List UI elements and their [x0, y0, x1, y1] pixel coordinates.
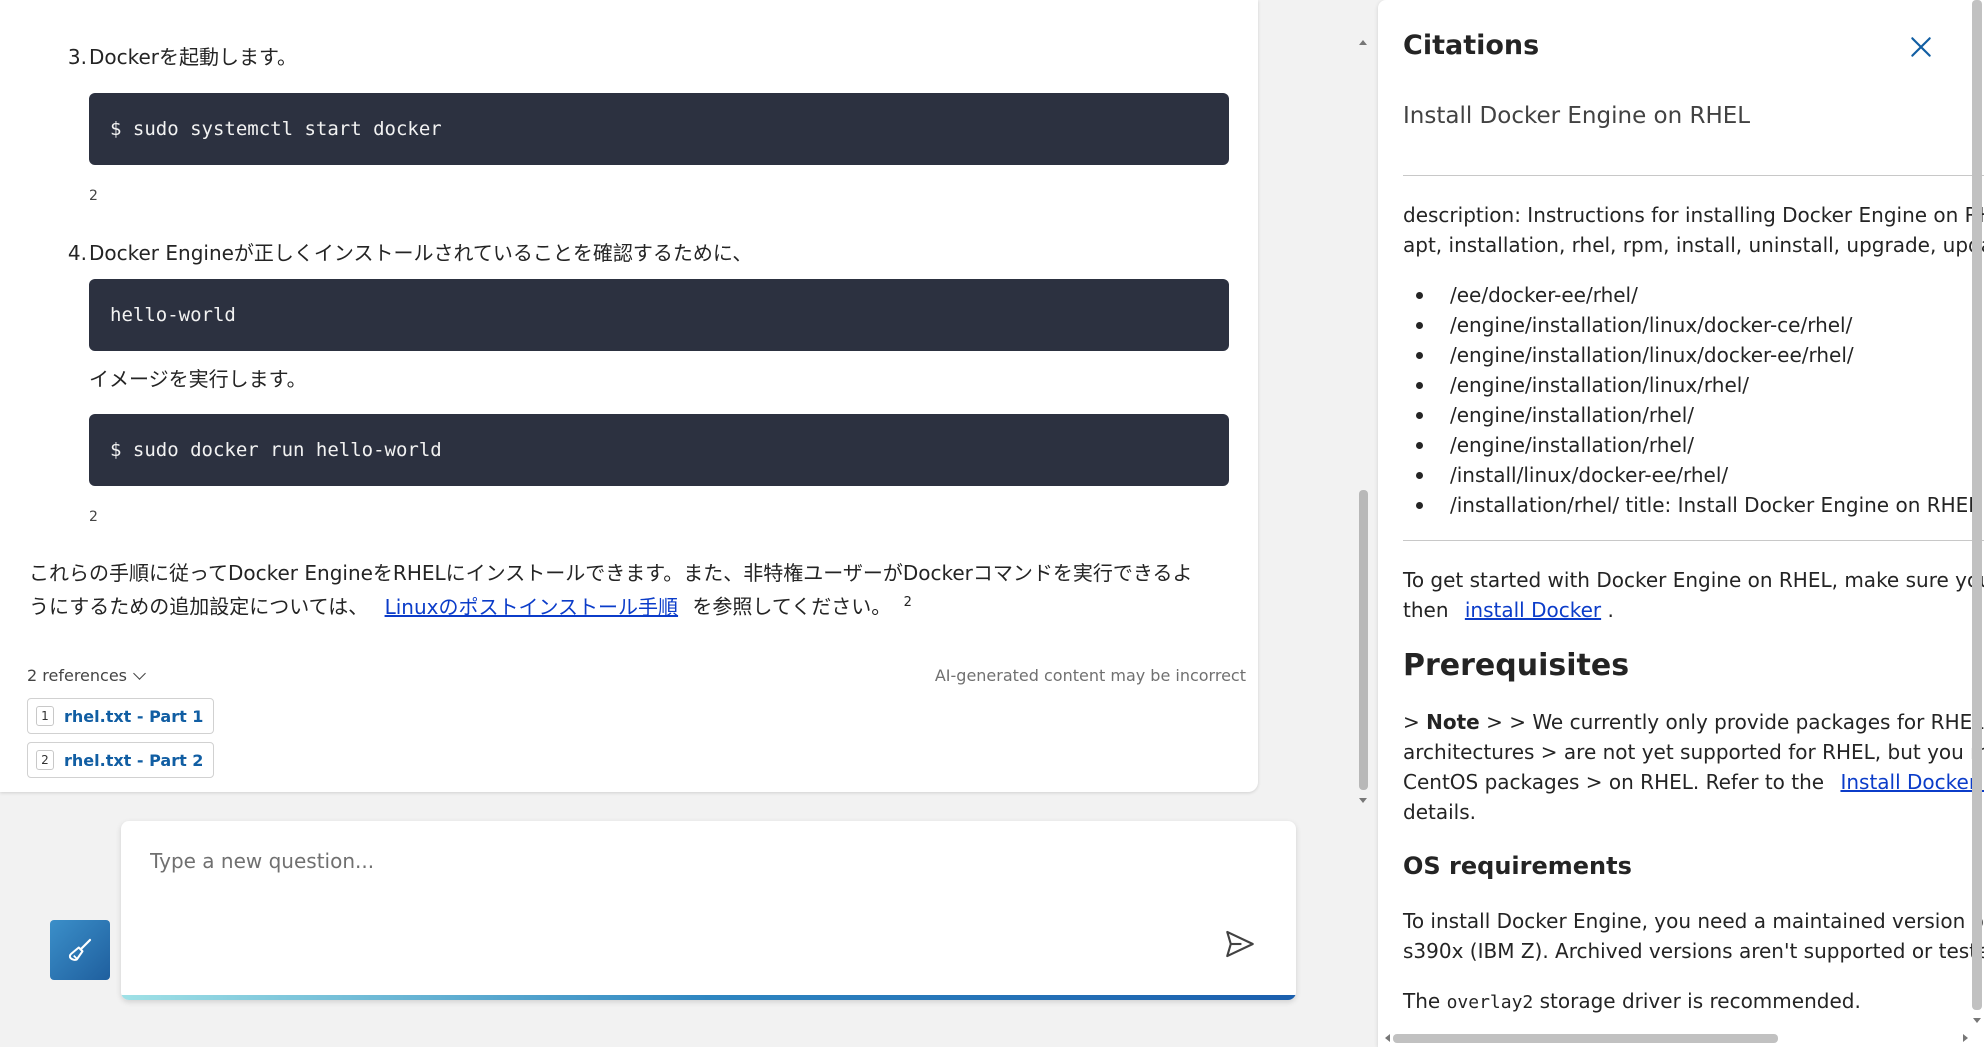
close-icon — [1911, 37, 1931, 57]
code-block-start-docker: $ sudo systemctl start docker — [89, 93, 1229, 165]
summary-line1: これらの手順に従ってDocker EngineをRHELにインストールできます。… — [29, 561, 1193, 585]
ai-disclaimer: AI-generated content may be incorrect — [934, 666, 1246, 685]
os-requirements-heading: OS requirements — [1403, 852, 1632, 880]
list-item: /ee/docker-ee/rhel/ — [1403, 280, 1984, 310]
step-text: Docker Engineが正しくインストールされていることを確認するために、 — [89, 241, 753, 265]
citations-vertical-scrollbar[interactable] — [1970, 0, 1984, 1030]
note-text: CentOS packages > on RHEL. Refer to the — [1403, 770, 1825, 794]
answer-card: 3. Dockerを起動します。 $ sudo systemctl start … — [0, 0, 1258, 792]
storage-text: storage driver is recommended. — [1533, 989, 1861, 1013]
send-button[interactable] — [1223, 927, 1263, 967]
references-toggle-label: 2 references — [27, 666, 127, 685]
note-label: Note — [1426, 710, 1480, 734]
citation-marker[interactable]: 2 — [89, 509, 98, 525]
reference-label: rhel.txt - Part 2 — [64, 750, 204, 770]
list-item: /engine/installation/rhel/ — [1403, 430, 1984, 460]
list-item: /engine/installation/linux/docker-ee/rhe… — [1403, 340, 1984, 370]
note-prefix: > — [1403, 710, 1427, 734]
intro-text: then — [1403, 598, 1449, 622]
note-line: > Note > > We currently only provide pac… — [1403, 707, 1984, 737]
chat-scrollbar[interactable] — [1356, 32, 1370, 812]
description-line: apt, installation, rhel, rpm, install, u… — [1403, 233, 1984, 257]
note-text: > > We currently only provide packages f… — [1479, 710, 1984, 734]
step-number: 4. — [67, 241, 87, 265]
os-line: s390x (IBM Z). Archived versions aren't … — [1403, 939, 1984, 963]
summary-line2-suffix: を参照してください。 — [692, 594, 892, 619]
list-item: /engine/installation/linux/docker-ce/rhe… — [1403, 310, 1984, 340]
close-citations-button[interactable] — [1908, 34, 1934, 60]
citations-title: Citations — [1403, 30, 1540, 61]
scroll-down-icon[interactable] — [1973, 1018, 1981, 1023]
question-input[interactable] — [150, 841, 1150, 881]
code-block-hello-world: hello-world — [89, 279, 1229, 351]
note-line: CentOS packages > on RHEL. Refer to the … — [1403, 767, 1984, 797]
intro-text: . — [1607, 598, 1614, 622]
list-item: /install/linux/docker-ee/rhel/ — [1403, 460, 1984, 490]
reference-chip-1[interactable]: 1 rhel.txt - Part 1 — [27, 698, 215, 734]
list-item: /engine/installation/linux/rhel/ — [1403, 370, 1984, 400]
storage-text: The — [1403, 989, 1447, 1013]
references-toggle[interactable]: 2 references — [27, 666, 146, 685]
question-box — [121, 821, 1296, 1000]
scroll-down-icon[interactable] — [1359, 798, 1367, 803]
broom-icon — [68, 938, 92, 961]
description-line: description: Instructions for installing… — [1403, 203, 1984, 227]
summary-line2-prefix: うにするための追加設定については、 — [29, 594, 369, 619]
citations-panel: Citations Install Docker Engine on RHEL … — [1378, 0, 1984, 1047]
reference-number: 1 — [36, 706, 54, 726]
answer-summary: これらの手順に従ってDocker EngineをRHELにインストールできます。… — [29, 558, 1229, 622]
divider — [1403, 540, 1984, 541]
prerequisites-heading: Prerequisites — [1403, 648, 1630, 683]
step-after-text: イメージを実行します。 — [89, 367, 307, 391]
reference-number: 2 — [36, 750, 54, 770]
divider — [1403, 175, 1984, 176]
code-block-docker-run: $ sudo docker run hello-world — [89, 414, 1229, 486]
citation-marker[interactable]: 2 — [904, 595, 912, 610]
chevron-down-icon — [133, 667, 146, 680]
scroll-left-icon[interactable] — [1385, 1034, 1390, 1042]
citations-horizontal-scrollbar[interactable] — [1385, 1030, 1970, 1047]
clear-chat-button[interactable] — [50, 920, 110, 980]
step-text: Dockerを起動します。 — [89, 45, 298, 69]
storage-driver-code: overlay2 — [1446, 992, 1534, 1013]
chat-pane: 3. Dockerを起動します。 $ sudo systemctl start … — [0, 0, 1370, 1047]
intro-line: then install Docker . — [1403, 595, 1614, 625]
citation-document-title: Install Docker Engine on RHEL — [1403, 103, 1751, 129]
citation-marker[interactable]: 2 — [89, 188, 98, 204]
scroll-right-icon[interactable] — [1963, 1034, 1968, 1042]
input-accent-bar — [121, 995, 1296, 1000]
scrollbar-thumb[interactable] — [1972, 0, 1982, 1010]
list-item: /installation/rhel/ title: Install Docke… — [1403, 490, 1984, 520]
note-line: architectures > are not yet supported fo… — [1403, 740, 1984, 764]
install-docker-engine-link[interactable]: Install Docker Engi — [1840, 770, 1984, 794]
intro-line: To get started with Docker Engine on RHE… — [1403, 565, 1984, 595]
os-line: To install Docker Engine, you need a mai… — [1403, 909, 1984, 933]
scrollbar-thumb[interactable] — [1359, 490, 1368, 790]
list-item: /engine/installation/rhel/ — [1403, 400, 1984, 430]
aliases-list: /ee/docker-ee/rhel/ /engine/installation… — [1403, 280, 1984, 520]
storage-line: The overlay2 storage driver is recommend… — [1403, 986, 1861, 1018]
install-docker-link[interactable]: install Docker — [1465, 598, 1601, 622]
intro-text: To get started with Docker Engine on RHE… — [1403, 568, 1984, 592]
note-line: details. — [1403, 800, 1476, 824]
send-icon — [1226, 930, 1254, 958]
scroll-up-icon[interactable] — [1359, 40, 1367, 45]
step-number: 3. — [67, 45, 87, 69]
reference-chip-2[interactable]: 2 rhel.txt - Part 2 — [27, 742, 215, 778]
reference-label: rhel.txt - Part 1 — [64, 706, 204, 726]
scrollbar-thumb[interactable] — [1393, 1034, 1778, 1043]
post-install-link[interactable]: Linuxのポストインストール手順 — [385, 595, 679, 619]
